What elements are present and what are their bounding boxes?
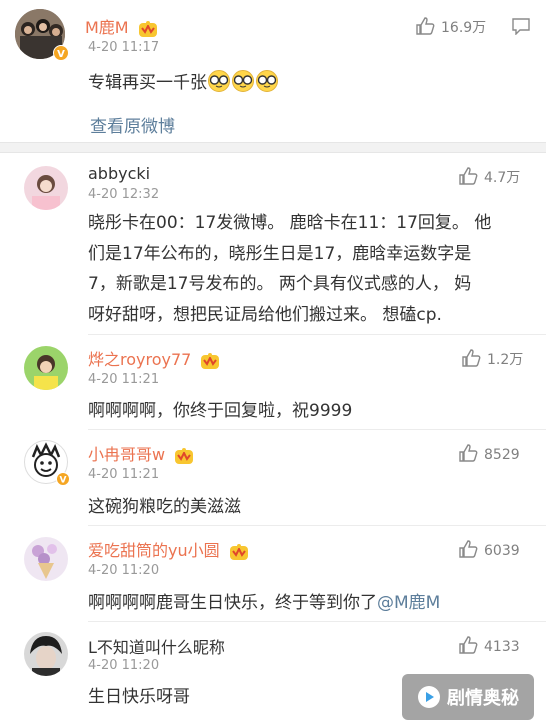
- mention-link[interactable]: @M鹿M: [377, 593, 440, 613]
- thumbs-up-icon: [416, 17, 435, 35]
- comment-separator: [88, 334, 546, 335]
- thumbs-up-icon: [462, 349, 481, 367]
- thumbs-up-icon: [459, 444, 478, 462]
- view-original-link[interactable]: 查看原微博: [90, 112, 175, 137]
- comment-separator: [88, 429, 546, 430]
- comment-time: 4-20 12:32: [88, 187, 160, 202]
- verified-badge-icon: V: [53, 45, 69, 61]
- comment-like-count: 1.2万: [487, 352, 524, 368]
- section-divider: [0, 142, 546, 153]
- glasses-emoji-icon: [231, 70, 255, 97]
- commenter-name[interactable]: 烨之royroy77: [88, 346, 220, 370]
- svg-text:V: V: [60, 476, 67, 486]
- comment-text: 啊啊啊啊，你终于回复啦，祝9999: [88, 401, 353, 421]
- watermark-text: 剧情奥秘: [447, 688, 519, 709]
- glasses-emoji-icon: [255, 70, 279, 97]
- commenter-name[interactable]: L不知道叫什么昵称: [88, 634, 225, 658]
- commenter-avatar[interactable]: [24, 166, 68, 210]
- vip-crown-icon: [201, 352, 220, 369]
- comment-time: 4-20 11:20: [88, 658, 160, 673]
- comment-text-line: 们是17年公布的，晓彤生日是17，鹿晗幸运数字是: [88, 243, 472, 264]
- comment-separator: [88, 525, 546, 526]
- author-name[interactable]: M鹿M: [85, 14, 158, 38]
- comment-like-button[interactable]: 1.2万: [461, 349, 523, 369]
- thumbs-up-icon: [459, 540, 478, 558]
- post-time: 4-20 11:17: [88, 40, 160, 55]
- comment-icon[interactable]: [511, 17, 531, 35]
- comment-separator: [88, 621, 546, 622]
- commenter-avatar[interactable]: [24, 537, 68, 581]
- svg-text:V: V: [57, 49, 65, 60]
- play-logo-icon: [418, 686, 440, 708]
- commenter-name[interactable]: 小冉哥哥w: [88, 441, 194, 465]
- comment-text: 晓彤卡在00：17发微博。 鹿晗卡在11：17回复。 他 们是17年公布的，晓彤…: [88, 208, 491, 330]
- commenter-name[interactable]: abbycki: [88, 164, 150, 183]
- post-like-count: 16.9万: [441, 20, 487, 36]
- comment-time: 4-20 11:21: [88, 467, 160, 482]
- comment-text: 这碗狗粮吃的美滋滋: [88, 497, 241, 517]
- thumbs-up-icon: [459, 167, 478, 185]
- vip-crown-icon: [175, 447, 194, 464]
- comment-text-line: 7，新歌是17号发布的。 两个具有仪式感的人， 妈: [88, 274, 472, 294]
- vip-crown-icon: [138, 20, 157, 37]
- comment-text-line: 晓彤卡在00：17发微博。 鹿晗卡在11：17回复。 他: [88, 213, 492, 233]
- main-post: V M鹿M 4-20 11:17 16.9万 专辑再买一千张 查看原微博: [0, 0, 546, 142]
- glasses-emoji-icon: [207, 70, 231, 97]
- comment-like-button[interactable]: 8529: [458, 444, 520, 463]
- comment-time: 4-20 11:20: [88, 563, 160, 578]
- comment-like-count: 4.7万: [484, 170, 521, 186]
- commenter-avatar[interactable]: [24, 346, 68, 390]
- verified-badge-icon: V: [56, 472, 70, 486]
- comment-time: 4-20 11:21: [88, 372, 160, 387]
- comment-text: 啊啊啊啊鹿哥生日快乐，终于等到你了@M鹿M: [88, 593, 441, 613]
- comment-text-line: 呀好甜呀，想把民证局给他们搬过来。 想磕cp.: [88, 304, 442, 325]
- commenter-name[interactable]: 爱吃甜筒的yu小圆: [88, 537, 249, 561]
- comment-text: 生日快乐呀哥: [88, 687, 190, 707]
- post-text: 专辑再买一千张: [88, 68, 279, 97]
- comment-like-button[interactable]: 4133: [458, 636, 520, 655]
- thumbs-up-icon: [459, 636, 478, 654]
- comment-like-count: 8529: [484, 447, 520, 463]
- vip-crown-icon: [229, 543, 248, 560]
- comment-like-button[interactable]: 6039: [458, 540, 520, 559]
- commenter-avatar[interactable]: [24, 632, 68, 676]
- comment-like-button[interactable]: 4.7万: [458, 167, 520, 187]
- comment-like-count: 6039: [484, 543, 520, 559]
- comment-like-count: 4133: [484, 639, 520, 655]
- watermark-logo: 剧情奥秘: [402, 674, 534, 720]
- post-like-button[interactable]: 16.9万: [415, 17, 486, 37]
